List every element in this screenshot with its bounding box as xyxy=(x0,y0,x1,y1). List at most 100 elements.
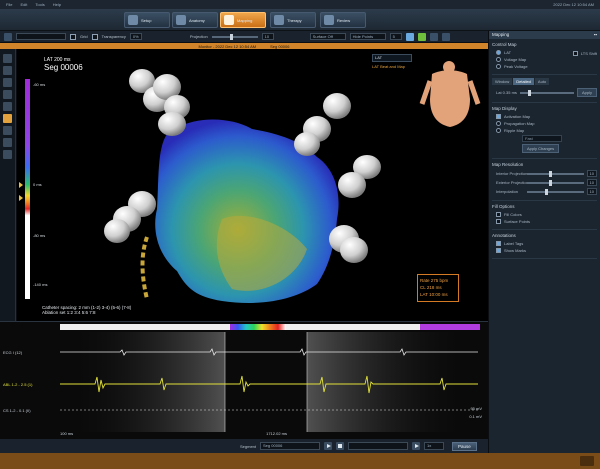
ripple-map-radio[interactable] xyxy=(496,128,501,133)
points-dropdown[interactable]: Hide Points xyxy=(349,33,386,40)
module-label: Setup xyxy=(141,17,152,23)
module-anatomy[interactable]: Anatomy xyxy=(172,12,218,28)
pointer-icon[interactable] xyxy=(4,32,12,41)
section-title: Map Display xyxy=(492,106,517,111)
points-count[interactable]: 5 xyxy=(389,33,402,40)
surface-points-checkbox[interactable] xyxy=(496,219,501,224)
module-setup[interactable]: Setup xyxy=(124,12,170,28)
speed-select[interactable]: 1x xyxy=(424,442,445,450)
cut-icon[interactable] xyxy=(3,138,12,147)
option-label: Label Tags xyxy=(504,241,524,246)
resolution-value[interactable]: 10 xyxy=(586,188,597,195)
module-label: Mapping xyxy=(237,17,253,23)
ecg-strip[interactable]: ECG I (12) ABL 1-2 - 2.5 (1) CS 1-2 - 0.… xyxy=(0,321,488,439)
apply-changes-button[interactable]: Apply Changes xyxy=(522,144,560,153)
setup-icon xyxy=(128,15,138,25)
view-dropdown[interactable] xyxy=(16,33,66,40)
panel-controls-icon[interactable]: ▪▪ xyxy=(594,32,597,38)
surface-dropdown[interactable]: Surface Off xyxy=(309,33,346,40)
pause-button[interactable]: Pause xyxy=(452,441,477,451)
tag-icon[interactable] xyxy=(3,150,12,159)
electrode xyxy=(338,172,366,198)
transparency-checkbox[interactable] xyxy=(91,33,98,40)
option-label: Show Marks xyxy=(504,248,527,253)
voltage-radio[interactable] xyxy=(496,57,501,62)
speed-dropdown[interactable]: Fast xyxy=(522,135,562,142)
torso-orientation-icon xyxy=(419,61,481,127)
erase-icon[interactable] xyxy=(3,126,12,135)
lat-radio[interactable] xyxy=(496,50,501,55)
rate-info-box: Rate 275 bpm CL 218 ms LAT 10:00 ms xyxy=(417,274,459,302)
cl-value: CL 218 ms xyxy=(420,285,442,290)
module-label: Anatomy xyxy=(189,17,205,23)
propagation-map-radio[interactable] xyxy=(496,121,501,126)
menu-file[interactable]: File xyxy=(6,2,12,7)
stop-icon[interactable] xyxy=(336,442,345,450)
module-label: Therapy xyxy=(287,17,302,23)
resolution-value[interactable]: 10 xyxy=(586,170,597,177)
segment-label: Seg 00006 xyxy=(270,43,290,49)
grid-checkbox[interactable] xyxy=(70,33,76,40)
electrode xyxy=(158,112,186,136)
footer-bar xyxy=(0,453,600,469)
transparency-value[interactable]: 0% xyxy=(129,33,142,40)
add-point-icon[interactable] xyxy=(417,32,426,41)
footer-button-icon[interactable] xyxy=(580,456,594,466)
fill-section: Fill Options Fill Colors Surface Points xyxy=(492,201,597,230)
map-viewport[interactable]: -60 ms 0 ms -80 ms -140 ms LAT 200 ms Se… xyxy=(17,49,488,321)
scrub-field[interactable] xyxy=(348,442,409,450)
select-icon[interactable] xyxy=(3,54,12,63)
measure-icon[interactable] xyxy=(3,102,12,111)
show-marks-checkbox[interactable] xyxy=(496,248,501,253)
activation-map-checkbox[interactable] xyxy=(496,114,501,119)
lts-shift-checkbox[interactable] xyxy=(572,51,578,56)
section-title: Control Map xyxy=(492,42,517,47)
peak-voltage-radio[interactable] xyxy=(496,64,501,69)
rotate-icon[interactable] xyxy=(3,66,12,75)
exterior-slider[interactable] xyxy=(527,179,584,186)
segment-select[interactable]: Seg 00006 xyxy=(260,442,321,450)
interpolation-slider[interactable] xyxy=(527,188,584,195)
menu-edit[interactable]: Edit xyxy=(20,2,27,7)
ecg-row[interactable]: ECG I (12) xyxy=(0,346,488,364)
ecg-row[interactable]: CS 1-2 - 0.1 (II) xyxy=(0,404,488,422)
resolution-value[interactable]: 10 xyxy=(586,179,597,186)
grid-label: Grid xyxy=(80,34,88,39)
module-therapy[interactable]: Therapy xyxy=(270,12,316,28)
paint-icon[interactable] xyxy=(3,114,12,123)
settings-gear-icon[interactable] xyxy=(429,32,438,41)
fill-colors-checkbox[interactable] xyxy=(496,212,501,217)
option-label: Surface Points xyxy=(504,219,531,224)
map-caption: LAT Beat and Map xyxy=(372,64,405,69)
next-icon[interactable] xyxy=(412,442,421,450)
menu-help[interactable]: Help xyxy=(53,2,61,7)
ecg-scale: 95 mV xyxy=(470,406,482,411)
grid-view-icon[interactable] xyxy=(441,32,450,41)
window-slider[interactable] xyxy=(519,89,574,96)
projection-slider[interactable] xyxy=(211,33,258,40)
menu-tools[interactable]: Tools xyxy=(35,2,44,7)
mapping-panel: Mapping ▪▪ Control Map LAT Voltage Map P… xyxy=(488,31,600,453)
camera-icon[interactable] xyxy=(405,32,414,41)
zoom-icon[interactable] xyxy=(3,90,12,99)
electrode xyxy=(340,237,368,263)
title-bar: File Edit Tools Help 2022 Dec 12 10:54 A… xyxy=(0,0,600,9)
module-bar: Setup Anatomy Mapping Therapy Review xyxy=(0,9,600,31)
play-icon[interactable] xyxy=(324,442,333,450)
ecg-row[interactable]: ABL 1-2 - 2.5 (1) xyxy=(0,378,488,396)
pan-icon[interactable] xyxy=(3,78,12,87)
window-tab-auto[interactable]: Auto xyxy=(534,78,550,85)
label-tags-checkbox[interactable] xyxy=(496,241,501,246)
projection-value[interactable]: 10 xyxy=(261,33,274,40)
map-type-select[interactable]: LAT xyxy=(372,54,412,62)
ecg-scale: 0.1 mV xyxy=(469,414,482,419)
module-label: Review xyxy=(337,17,351,23)
module-mapping[interactable]: Mapping xyxy=(220,12,266,28)
option-label: Voltage Map xyxy=(504,57,527,62)
window-tab-detailed[interactable]: Detailed xyxy=(513,78,534,85)
window-apply-button[interactable]: Apply xyxy=(576,88,597,97)
interior-slider[interactable] xyxy=(527,170,584,177)
ablation-set: Ablation set 1:2 3:4 5:6 7:8 xyxy=(42,310,96,315)
cs-catheter xyxy=(140,236,149,300)
module-review[interactable]: Review xyxy=(320,12,366,28)
